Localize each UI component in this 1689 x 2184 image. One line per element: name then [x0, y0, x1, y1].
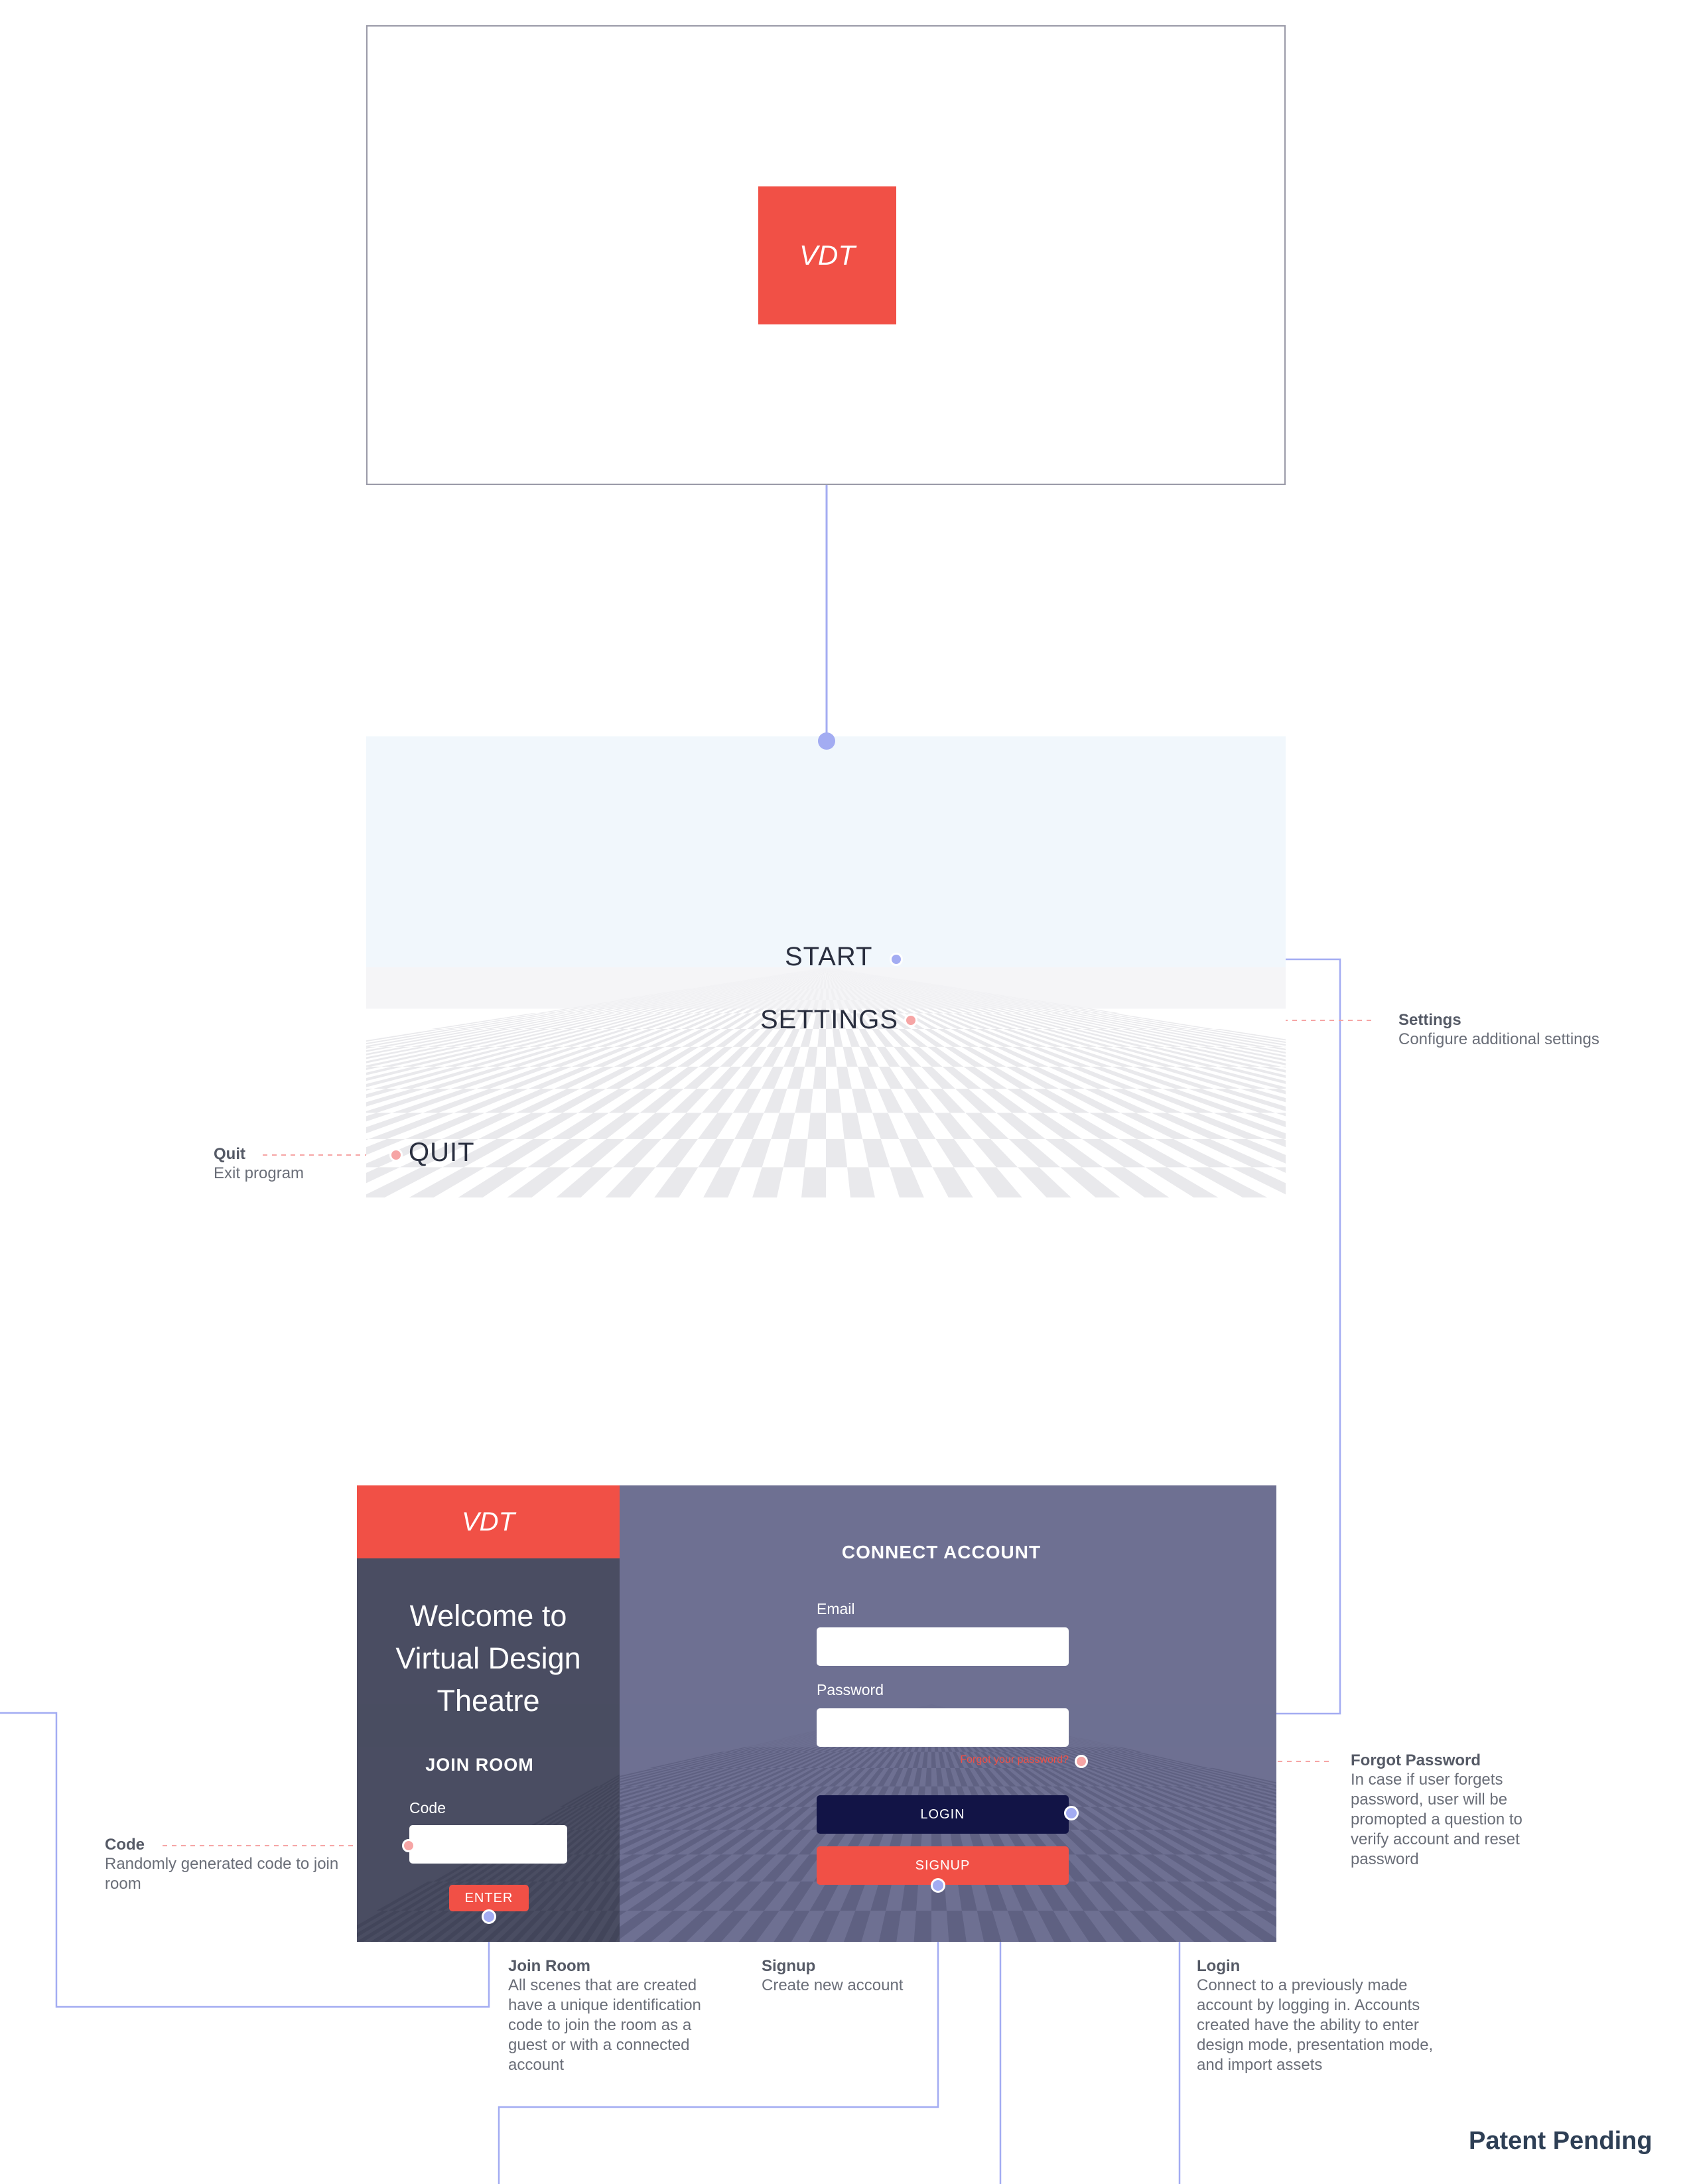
start-button[interactable]: START — [785, 942, 872, 972]
login-button[interactable]: LOGIN — [817, 1795, 1069, 1834]
annotation-desc: Randomly generated code to join room — [105, 1855, 339, 1893]
floor-grid — [366, 967, 1286, 1197]
settings-annotation: Settings Configure additional settings — [1398, 1011, 1677, 1050]
annotation-desc: Exit program — [214, 1164, 304, 1182]
splash-screen: VDT — [366, 25, 1286, 485]
forgot-password-annotation: Forgot Password In case if user forgets … — [1351, 1751, 1563, 1870]
signup-annotation: Signup Create new account — [762, 1957, 934, 1996]
annotation-title: Signup — [762, 1957, 816, 1975]
annotation-desc: Connect to a previously made account by … — [1197, 1976, 1434, 2074]
quit-button[interactable]: QUIT — [409, 1138, 475, 1168]
join-room-heading: JOIN ROOM — [425, 1755, 534, 1775]
email-input[interactable] — [817, 1627, 1069, 1666]
annotation-desc: Create new account — [762, 1976, 904, 1994]
welcome-title: Welcome to Virtual Design Theatre — [395, 1599, 581, 1718]
code-input[interactable] — [409, 1825, 567, 1864]
start-dot — [890, 953, 903, 966]
main-menu-screen: START SETTINGS QUIT — [366, 736, 1286, 1197]
annotation-title: Code — [105, 1836, 145, 1854]
signup-dot — [931, 1878, 945, 1893]
menu-entry-dot — [818, 732, 835, 750]
annotation-title: Join Room — [508, 1957, 590, 1975]
email-label: Email — [817, 1600, 855, 1617]
forgot-password-link[interactable]: Forgot your password? — [883, 1754, 1069, 1766]
annotation-desc: All scenes that are created have a uniqu… — [508, 1976, 701, 2074]
settings-dot — [904, 1014, 917, 1027]
code-dot — [402, 1839, 415, 1852]
annotation-desc: Configure additional settings — [1398, 1030, 1599, 1048]
annotation-title: Settings — [1398, 1011, 1461, 1029]
annotation-title: Forgot Password — [1351, 1751, 1481, 1769]
code-annotation: Code Randomly generated code to join roo… — [105, 1836, 344, 1894]
login-annotation: Login Connect to a previously made accou… — [1197, 1957, 1436, 2075]
join-room-panel: VDT Welcome to Virtual Design Theatre JO… — [357, 1485, 620, 1942]
login-dot — [1064, 1806, 1079, 1820]
splash-logo: VDT — [758, 186, 896, 324]
signup-button[interactable]: SIGNUP — [817, 1846, 1069, 1885]
quit-dot — [389, 1148, 403, 1162]
login-logo: VDT — [357, 1485, 620, 1558]
annotation-title: Login — [1197, 1957, 1241, 1975]
connect-account-panel: CONNECT ACCOUNT Email Password Forgot yo… — [620, 1485, 1276, 1942]
join-room-annotation: Join Room All scenes that are created ha… — [508, 1957, 727, 2075]
enter-dot — [482, 1909, 496, 1924]
forgot-dot — [1075, 1755, 1088, 1768]
password-input[interactable] — [817, 1708, 1069, 1747]
annotation-desc: In case if user forgets password, user w… — [1351, 1771, 1522, 1868]
annotation-title: Quit — [214, 1145, 245, 1163]
enter-button[interactable]: ENTER — [449, 1885, 529, 1911]
password-label: Password — [817, 1681, 884, 1698]
code-label: Code — [409, 1799, 446, 1816]
settings-button[interactable]: SETTINGS — [760, 1005, 898, 1035]
connect-account-heading: CONNECT ACCOUNT — [841, 1542, 1042, 1562]
patent-pending-label: Patent Pending — [1469, 2127, 1653, 2155]
login-screen: VDT Welcome to Virtual Design Theatre JO… — [357, 1485, 1276, 1942]
checkered-floor — [366, 967, 1286, 1197]
quit-annotation: Quit Exit program — [214, 1145, 386, 1184]
